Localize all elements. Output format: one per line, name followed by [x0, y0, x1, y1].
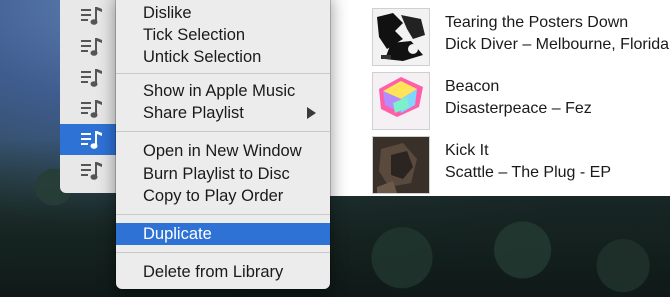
- track-row[interactable]: Tearing the Posters Down Dick Diver – Me…: [330, 4, 670, 68]
- album-art: [372, 8, 430, 66]
- sidebar-item-playlist[interactable]: [60, 31, 120, 62]
- menu-item-dislike[interactable]: Dislike: [116, 2, 330, 24]
- context-menu: Dislike Tick Selection Untick Selection …: [116, 0, 330, 289]
- track-artist-album: Dick Diver – Melbourne, Florida: [445, 36, 670, 53]
- menu-separator: [116, 214, 330, 215]
- sidebar-item-playlist[interactable]: [60, 155, 120, 186]
- track-artist-album: Scattle – The Plug - EP: [445, 164, 612, 181]
- playlist-icon: [81, 130, 102, 149]
- menu-separator: [116, 73, 330, 74]
- sidebar-item-playlist[interactable]: [60, 62, 120, 93]
- menu-separator: [116, 252, 330, 253]
- menu-separator: [116, 131, 330, 132]
- track-row[interactable]: Kick It Scattle – The Plug - EP: [330, 132, 670, 196]
- menu-item-duplicate[interactable]: Duplicate: [116, 223, 330, 245]
- menu-item-share-playlist[interactable]: Share Playlist: [116, 102, 330, 124]
- menu-item-share-playlist-label: Share Playlist: [143, 104, 244, 122]
- playlist-sidebar: [60, 0, 120, 193]
- submenu-arrow-icon: [307, 107, 316, 119]
- track-list: Tearing the Posters Down Dick Diver – Me…: [330, 0, 670, 196]
- menu-item-open-in-new-window[interactable]: Open in New Window: [116, 140, 330, 162]
- album-art: [372, 136, 430, 194]
- menu-item-untick-selection[interactable]: Untick Selection: [116, 46, 330, 68]
- sidebar-item-playlist-selected[interactable]: [60, 124, 120, 155]
- playlist-icon: [81, 99, 102, 118]
- menu-item-tick-selection[interactable]: Tick Selection: [116, 24, 330, 46]
- sidebar-item-playlist[interactable]: [60, 93, 120, 124]
- track-artist-album: Disasterpeace – Fez: [445, 100, 592, 117]
- track-row[interactable]: Beacon Disasterpeace – Fez: [330, 68, 670, 132]
- menu-item-delete-from-library[interactable]: Delete from Library: [116, 261, 330, 283]
- track-title: Beacon: [445, 78, 500, 95]
- menu-item-copy-to-play-order[interactable]: Copy to Play Order: [116, 185, 330, 207]
- sidebar-item-playlist[interactable]: [60, 0, 120, 31]
- menu-item-show-in-apple-music[interactable]: Show in Apple Music: [116, 80, 330, 102]
- playlist-icon: [81, 68, 102, 87]
- playlist-icon: [81, 161, 102, 180]
- album-art: [372, 72, 430, 130]
- playlist-icon: [81, 37, 102, 56]
- playlist-icon: [81, 6, 102, 25]
- track-title: Tearing the Posters Down: [445, 14, 629, 31]
- track-title: Kick It: [445, 142, 489, 159]
- menu-item-burn-playlist-to-disc[interactable]: Burn Playlist to Disc: [116, 163, 330, 185]
